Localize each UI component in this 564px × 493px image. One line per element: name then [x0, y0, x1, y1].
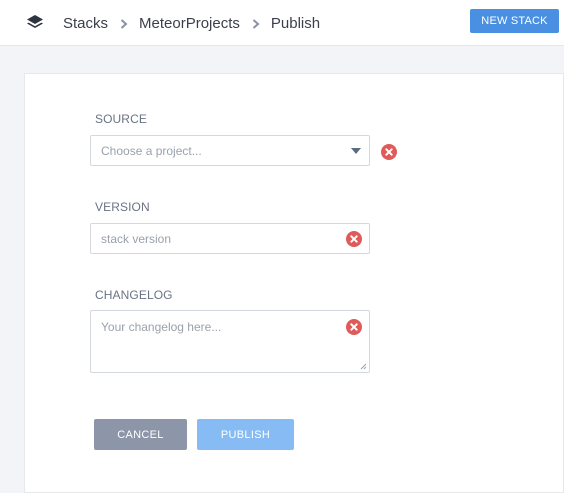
chevron-right-icon: [252, 19, 260, 29]
breadcrumb: Stacks MeteorProjects Publish: [63, 14, 320, 34]
stack-layers-icon[interactable]: [25, 13, 45, 33]
publish-button[interactable]: PUBLISH: [197, 419, 294, 450]
new-stack-button[interactable]: NEW STACK: [470, 9, 559, 33]
source-label: SOURCE: [95, 112, 147, 126]
changelog-placeholder: Your changelog here...: [101, 320, 222, 334]
error-close-icon[interactable]: [346, 319, 362, 335]
source-select[interactable]: Choose a project...: [90, 135, 370, 166]
breadcrumb-publish: Publish: [270, 15, 321, 32]
changelog-label: CHANGELOG: [95, 288, 173, 302]
version-input[interactable]: stack version: [90, 223, 370, 254]
caret-down-icon[interactable]: [351, 148, 361, 154]
breadcrumb-meteorprojects[interactable]: MeteorProjects: [139, 14, 240, 34]
version-placeholder: stack version: [101, 232, 172, 246]
error-close-icon[interactable]: [346, 231, 362, 247]
error-close-icon[interactable]: [381, 144, 397, 160]
chevron-right-icon: [120, 19, 128, 29]
resize-grip-icon[interactable]: [359, 362, 367, 370]
breadcrumb-stacks[interactable]: Stacks: [63, 14, 108, 34]
cancel-button[interactable]: CANCEL: [94, 419, 187, 450]
changelog-textarea[interactable]: Your changelog here...: [90, 310, 370, 373]
version-label: VERSION: [95, 200, 150, 214]
top-bar: Stacks MeteorProjects Publish NEW STACK: [0, 0, 564, 46]
source-placeholder: Choose a project...: [101, 144, 202, 158]
